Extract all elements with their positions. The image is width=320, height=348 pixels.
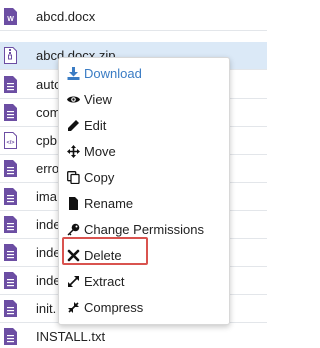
expand-icon (67, 275, 80, 288)
menu-item-change-permissions[interactable]: Change Permissions (67, 219, 204, 239)
menu-item-label: View (84, 91, 112, 107)
file-name: inde (36, 217, 61, 232)
menu-item-download[interactable]: Download (67, 63, 142, 83)
code-file-icon: </> (4, 132, 17, 149)
file-name: com (36, 105, 61, 120)
text-file-icon (4, 188, 17, 205)
file-name: init. (36, 301, 57, 316)
move-arrows-icon (67, 144, 80, 158)
archive-icon (4, 47, 17, 64)
compress-icon (67, 301, 80, 314)
file-icon (67, 196, 80, 210)
svg-text:W: W (7, 16, 14, 23)
menu-item-label: Compress (84, 299, 144, 315)
file-name: cpb (36, 133, 57, 148)
menu-item-label: Change Permissions (84, 221, 204, 237)
text-file-icon (4, 272, 17, 289)
eye-icon (67, 93, 80, 106)
menu-item-label: Move (84, 143, 116, 159)
text-file-icon (4, 160, 17, 177)
menu-item-edit[interactable]: Edit (67, 115, 106, 135)
svg-text:</>: </> (7, 140, 15, 146)
text-file-icon (4, 216, 17, 233)
menu-item-rename[interactable]: Rename (67, 193, 133, 213)
extract-highlight-box (62, 237, 148, 265)
menu-item-compress[interactable]: Compress (67, 297, 143, 317)
text-file-icon (4, 244, 17, 261)
menu-item-label: Extract (84, 273, 125, 289)
file-name: inde (36, 245, 61, 260)
text-file-icon (4, 327, 17, 345)
pencil-icon (67, 119, 80, 132)
key-icon (67, 223, 80, 236)
menu-item-extract[interactable]: Extract (67, 271, 124, 291)
file-name: INSTALL.txt (36, 328, 106, 344)
menu-item-copy[interactable]: Copy (67, 167, 114, 187)
download-icon (67, 66, 80, 80)
menu-item-view[interactable]: View (67, 89, 112, 109)
text-file-icon (4, 104, 17, 121)
file-name: ima (36, 189, 57, 204)
text-file-icon (4, 300, 17, 317)
file-name: abcd.docx (36, 9, 96, 24)
file-manager-view: W abcd.docx abcd.docx.zip auto com </> c… (0, 0, 267, 348)
file-name: erro (36, 161, 60, 176)
copy-icon (67, 170, 80, 184)
text-file-icon (4, 76, 17, 93)
menu-item-label: Copy (84, 169, 115, 185)
context-menu: Download View Edit Move Copy Rename Chan… (58, 57, 230, 325)
file-name: inde (36, 273, 61, 288)
word-doc-icon: W (4, 8, 17, 25)
menu-item-move[interactable]: Move (67, 141, 116, 161)
menu-item-label: Download (84, 65, 142, 81)
menu-item-label: Edit (84, 117, 107, 133)
file-row[interactable]: INSTALL.txt (0, 322, 267, 348)
menu-item-label: Rename (84, 195, 134, 211)
file-row[interactable]: W abcd.docx (0, 3, 267, 31)
